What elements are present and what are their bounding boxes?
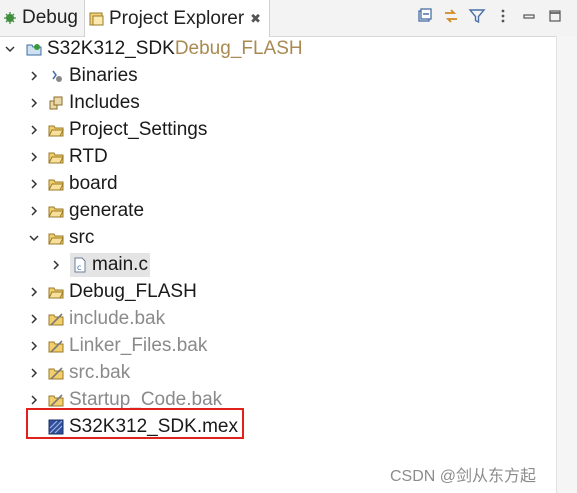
tab-project-explorer-label: Project Explorer <box>109 7 245 29</box>
tab-debug[interactable]: Debug <box>0 0 78 36</box>
close-icon[interactable]: ✖ <box>250 11 261 27</box>
c-project-icon <box>26 41 42 57</box>
chevron-right-icon[interactable] <box>28 97 40 109</box>
folder-icon <box>48 284 64 300</box>
tree-item-debug-flash[interactable]: Debug_FLASH <box>0 279 197 305</box>
chevron-right-icon[interactable] <box>28 70 40 82</box>
tree-item-src-bak[interactable]: src.bak <box>0 360 130 386</box>
tree-item-project-settings[interactable]: Project_Settings <box>0 117 207 143</box>
binaries-icon <box>48 68 64 84</box>
folder-icon <box>48 230 64 246</box>
highlight-box <box>26 408 244 439</box>
excluded-folder-icon <box>48 365 64 381</box>
tab-debug-label: Debug <box>22 7 78 28</box>
chevron-right-icon[interactable] <box>28 124 40 136</box>
view-tab-bar: Debug Project Explorer ✖ <box>0 0 577 37</box>
debug-icon <box>2 10 18 26</box>
tree-item-label: include.bak <box>69 308 166 329</box>
tree-item-include-bak[interactable]: include.bak <box>0 306 165 332</box>
c-file-icon: c <box>72 257 88 273</box>
folder-icon <box>48 122 64 138</box>
project-explorer-icon <box>89 11 105 27</box>
link-with-editor-icon[interactable] <box>442 7 460 25</box>
tree-item-linker-files-bak[interactable]: Linker_Files.bak <box>0 333 207 359</box>
tree-item-board[interactable]: board <box>0 171 118 197</box>
watermark: CSDN @剑从东方起 <box>390 468 537 485</box>
folder-icon <box>48 203 64 219</box>
tree-item-label: Includes <box>69 92 140 113</box>
includes-icon <box>48 95 64 111</box>
chevron-right-icon[interactable] <box>28 205 40 217</box>
tree-item-includes[interactable]: Includes <box>0 90 140 116</box>
tree-item-label: Binaries <box>69 65 138 86</box>
tree-item-main-c[interactable]: c main.c <box>0 252 150 278</box>
chevron-right-icon[interactable] <box>28 178 40 190</box>
tree-item-label: RTD <box>69 146 108 167</box>
collapse-all-icon[interactable] <box>416 7 434 25</box>
folder-icon <box>48 149 64 165</box>
chevron-right-icon[interactable] <box>28 286 40 298</box>
view-menu-icon[interactable] <box>494 7 512 25</box>
tree-item-label: generate <box>69 200 145 221</box>
tree-item-label: board <box>69 173 118 194</box>
chevron-right-icon[interactable] <box>28 394 40 406</box>
chevron-right-icon[interactable] <box>28 340 40 352</box>
chevron-right-icon[interactable] <box>28 367 40 379</box>
chevron-down-icon[interactable] <box>28 232 40 244</box>
maximize-icon[interactable] <box>546 7 564 25</box>
svg-text:c: c <box>77 263 81 272</box>
chevron-right-icon[interactable] <box>50 259 62 271</box>
excluded-folder-icon <box>48 392 64 408</box>
minimize-icon[interactable] <box>520 7 538 25</box>
tree-item-label: Debug_FLASH <box>69 281 197 302</box>
filter-icon[interactable] <box>468 7 486 25</box>
tree-item-label: main.c <box>92 254 148 275</box>
chevron-right-icon[interactable] <box>28 313 40 325</box>
chevron-right-icon[interactable] <box>28 151 40 163</box>
vertical-scrollbar[interactable] <box>556 36 577 493</box>
tree-item-generate[interactable]: generate <box>0 198 144 224</box>
project-name: S32K312_SDK <box>47 38 175 59</box>
chevron-down-icon[interactable] <box>4 43 16 55</box>
tree-item-label: Linker_Files.bak <box>69 335 208 356</box>
tree-item-binaries[interactable]: Binaries <box>0 63 138 89</box>
tab-project-explorer[interactable]: Project Explorer ✖ <box>84 0 270 37</box>
folder-icon <box>48 176 64 192</box>
tree-item-label: Project_Settings <box>69 119 208 140</box>
tree-item-label: src <box>69 227 95 248</box>
excluded-folder-icon <box>48 338 64 354</box>
excluded-folder-icon <box>48 311 64 327</box>
project-build-config: Debug_FLASH <box>174 38 303 59</box>
tree-item-project[interactable]: S32K312_SDK Debug_FLASH <box>0 36 303 62</box>
tree-item-rtd[interactable]: RTD <box>0 144 108 170</box>
tree-item-label: src.bak <box>69 362 131 383</box>
selected-item[interactable]: c main.c <box>70 253 150 277</box>
tree-item-src[interactable]: src <box>0 225 94 251</box>
